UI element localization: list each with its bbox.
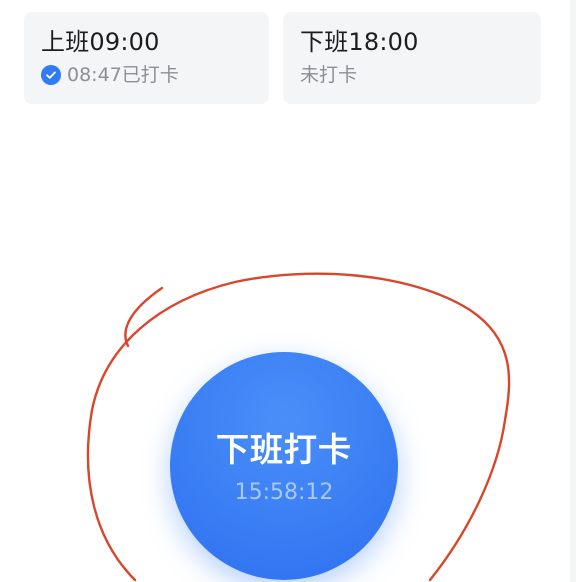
clock-out-punch-button[interactable]: 下班打卡 15:58:12	[170, 352, 398, 580]
clock-in-status: 08:47已打卡	[41, 62, 269, 88]
clock-in-card: 上班09:00 08:47已打卡	[24, 12, 269, 104]
clock-in-title: 上班09:00	[41, 28, 160, 56]
clock-out-card: 下班18:00 未打卡	[283, 12, 541, 104]
annotation-stroke	[124, 286, 164, 348]
check-circle-icon	[41, 65, 61, 85]
punch-button-label: 下班打卡	[216, 430, 352, 469]
clock-out-title: 下班18:00	[300, 28, 419, 56]
clock-in-status-text: 08:47已打卡	[67, 64, 179, 86]
clock-out-status-text: 未打卡	[300, 64, 358, 86]
clock-out-status: 未打卡	[300, 62, 541, 88]
right-edge-strip	[570, 0, 576, 582]
punch-current-time: 15:58:12	[234, 480, 334, 505]
